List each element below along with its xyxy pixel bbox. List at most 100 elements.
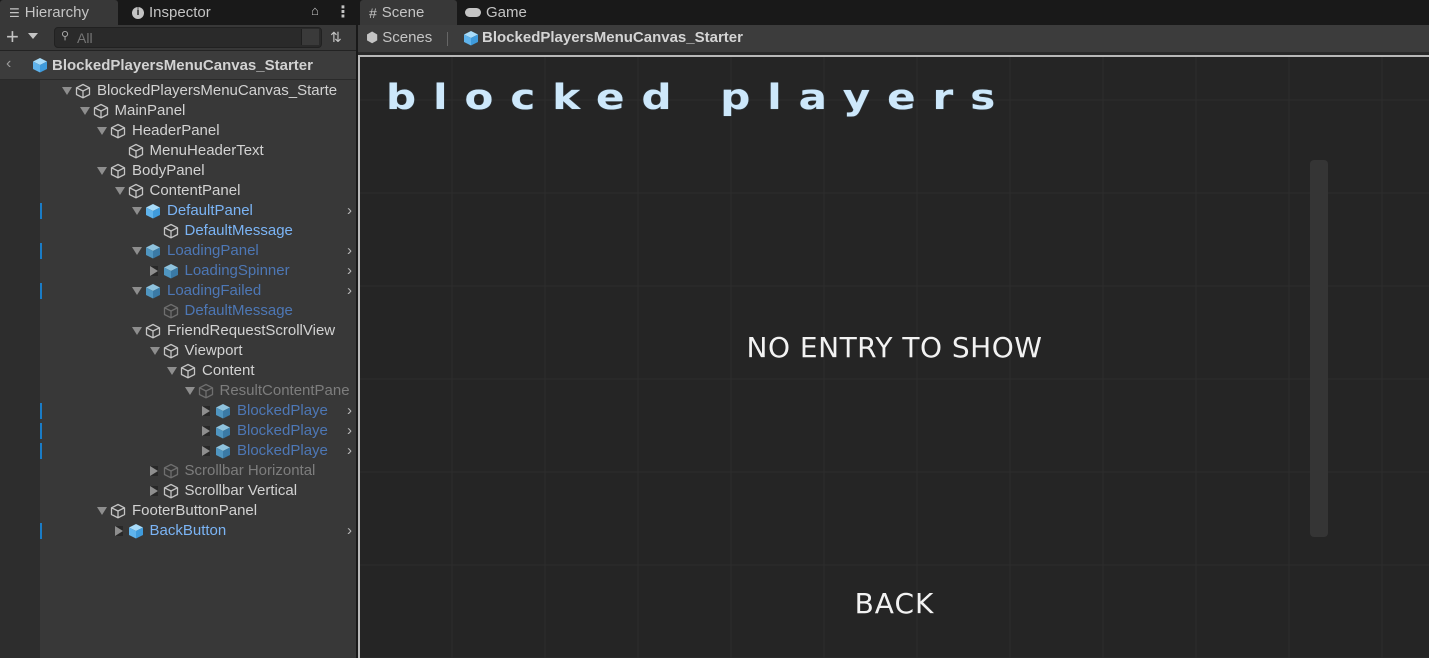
tree-item[interactable]: HeaderPanel — [40, 121, 356, 141]
back-button[interactable]: BACK — [360, 587, 1429, 620]
tree-item[interactable]: LoadingFailed › — [40, 281, 356, 301]
tab-label: Inspector — [149, 4, 211, 21]
expand-arrow-down-icon[interactable] — [132, 247, 142, 255]
gameobject-cube-icon — [128, 183, 143, 199]
tree-item[interactable]: BlockedPlayersMenuCanvas_Starte — [40, 81, 356, 101]
tree-item[interactable]: MenuHeaderText — [40, 141, 356, 161]
more-menu-icon[interactable]: ⋮ — [335, 2, 351, 22]
sort-icon[interactable]: ⇅ — [330, 29, 342, 46]
tree-item[interactable]: BodyPanel — [40, 161, 356, 181]
expand-arrow-down-icon[interactable] — [132, 327, 142, 335]
tree-item[interactable]: FriendRequestScrollView — [40, 321, 356, 341]
tree-item-label: BodyPanel — [132, 162, 205, 179]
expand-arrow-down-icon[interactable] — [184, 387, 195, 395]
hierarchy-gutter — [0, 80, 40, 658]
caret-down-icon[interactable] — [28, 33, 38, 39]
prefab-cube-icon — [464, 30, 478, 45]
list-icon: ☰ — [9, 5, 20, 20]
tree-item[interactable]: MainPanel — [40, 101, 356, 121]
scene-viewport[interactable]: Blocked Players NO ENTRY TO SHOW BACK — [358, 55, 1429, 658]
tree-item[interactable]: LoadingPanel › — [40, 241, 356, 261]
tree-item[interactable]: LoadingSpinner › — [40, 261, 356, 281]
tree-item-label: HeaderPanel — [132, 122, 220, 139]
open-prefab-chevron-icon[interactable]: › — [347, 401, 352, 421]
lock-icon[interactable]: ⌂ — [311, 3, 319, 18]
breadcrumb-scenes[interactable]: ⬢ Scenes — [366, 29, 432, 46]
open-prefab-chevron-icon[interactable]: › — [347, 261, 352, 281]
gameobject-cube-icon — [163, 343, 178, 359]
tree-item[interactable]: Viewport — [40, 341, 356, 361]
expand-arrow-right-icon[interactable] — [149, 266, 158, 276]
tree-item-label: BlockedPlaye — [237, 402, 328, 419]
tree-item[interactable]: ResultContentPane — [40, 381, 356, 401]
scene-search-icon[interactable] — [301, 29, 319, 45]
expand-arrow-down-icon[interactable] — [97, 127, 107, 135]
prefab-cube-icon — [216, 424, 230, 439]
tree-item[interactable]: BlockedPlaye › — [40, 421, 356, 441]
hierarchy-toolbar: + ⚲ ⇅ — [0, 25, 356, 51]
breadcrumb-prefab[interactable]: BlockedPlayersMenuCanvas_Starter — [463, 29, 743, 46]
expand-arrow-right-icon[interactable] — [202, 406, 210, 416]
expand-arrow-right-icon[interactable] — [149, 486, 158, 496]
tree-item[interactable]: Scrollbar Vertical — [40, 481, 356, 501]
right-tab-bar: # Scene Game — [358, 0, 1429, 25]
breadcrumb-separator — [447, 32, 448, 46]
tree-item[interactable]: DefaultPanel › — [40, 201, 356, 221]
prefab-cube-icon — [146, 244, 160, 259]
expand-arrow-down-icon[interactable] — [149, 347, 160, 355]
open-prefab-chevron-icon[interactable]: › — [347, 421, 352, 441]
expand-arrow-right-icon[interactable] — [114, 526, 123, 536]
expand-arrow-right-icon[interactable] — [202, 446, 210, 456]
open-prefab-chevron-icon[interactable]: › — [347, 201, 352, 221]
tree-item[interactable]: ContentPanel — [40, 181, 356, 201]
tree-item-label: DefaultMessage — [184, 222, 293, 239]
breadcrumb-label: BlockedPlayersMenuCanvas_Starter — [482, 29, 743, 46]
tree-item[interactable]: DefaultMessage — [40, 221, 356, 241]
search-input[interactable] — [77, 28, 287, 47]
info-icon: i — [132, 6, 144, 19]
tree-item[interactable]: BlockedPlaye › — [40, 441, 356, 461]
override-marker — [40, 523, 42, 539]
prefab-mode-header: ‹ BlockedPlayersMenuCanvas_Starter — [0, 51, 356, 80]
tree-item-label: MenuHeaderText — [149, 142, 264, 159]
hierarchy-search[interactable]: ⚲ — [54, 27, 322, 48]
tree-item-label: BackButton — [149, 522, 227, 539]
expand-arrow-down-icon[interactable] — [62, 87, 72, 95]
open-prefab-chevron-icon[interactable]: › — [347, 281, 352, 301]
tree-item[interactable]: Scrollbar Horizontal — [40, 461, 356, 481]
gameobject-cube-icon — [198, 383, 213, 399]
tree-item[interactable]: Content — [40, 361, 356, 381]
tree-item[interactable]: FooterButtonPanel — [40, 501, 356, 521]
tab-scene[interactable]: # Scene — [360, 0, 457, 25]
prefab-cube-icon — [216, 444, 230, 459]
tree-item[interactable]: BackButton › — [40, 521, 356, 541]
open-prefab-chevron-icon[interactable]: › — [347, 241, 352, 261]
breadcrumb-label: Scenes — [382, 29, 433, 46]
override-marker — [40, 403, 42, 419]
prefab-cube-icon — [33, 58, 47, 73]
expand-arrow-down-icon[interactable] — [132, 287, 142, 295]
add-icon[interactable]: + — [6, 26, 19, 48]
gamepad-icon — [465, 8, 481, 17]
tab-label: Game — [486, 4, 527, 21]
grid-icon: # — [369, 4, 377, 21]
tree-item[interactable]: BlockedPlaye › — [40, 401, 356, 421]
expand-arrow-down-icon[interactable] — [97, 167, 107, 175]
tab-inspector[interactable]: i Inspector — [132, 0, 252, 25]
expand-arrow-down-icon[interactable] — [97, 507, 107, 515]
expand-arrow-down-icon[interactable] — [114, 187, 125, 195]
hierarchy-panel: ☰ Hierarchy i Inspector ⌂ ⋮ + ⚲ ⇅ ‹ Bloc… — [0, 0, 356, 658]
open-prefab-chevron-icon[interactable]: › — [347, 441, 352, 461]
expand-arrow-down-icon[interactable] — [132, 207, 142, 215]
prefab-cube-icon — [128, 524, 143, 539]
tab-game[interactable]: Game — [465, 0, 555, 25]
tab-hierarchy[interactable]: ☰ Hierarchy — [0, 0, 118, 25]
expand-arrow-down-icon[interactable] — [167, 367, 177, 375]
unity-icon: ⬢ — [366, 29, 379, 45]
expand-arrow-right-icon[interactable] — [149, 466, 158, 476]
open-prefab-chevron-icon[interactable]: › — [347, 521, 352, 541]
expand-arrow-down-icon[interactable] — [79, 107, 90, 115]
back-chevron-icon[interactable]: ‹ — [6, 55, 11, 73]
expand-arrow-right-icon[interactable] — [202, 426, 210, 436]
tree-item[interactable]: DefaultMessage — [40, 301, 356, 321]
